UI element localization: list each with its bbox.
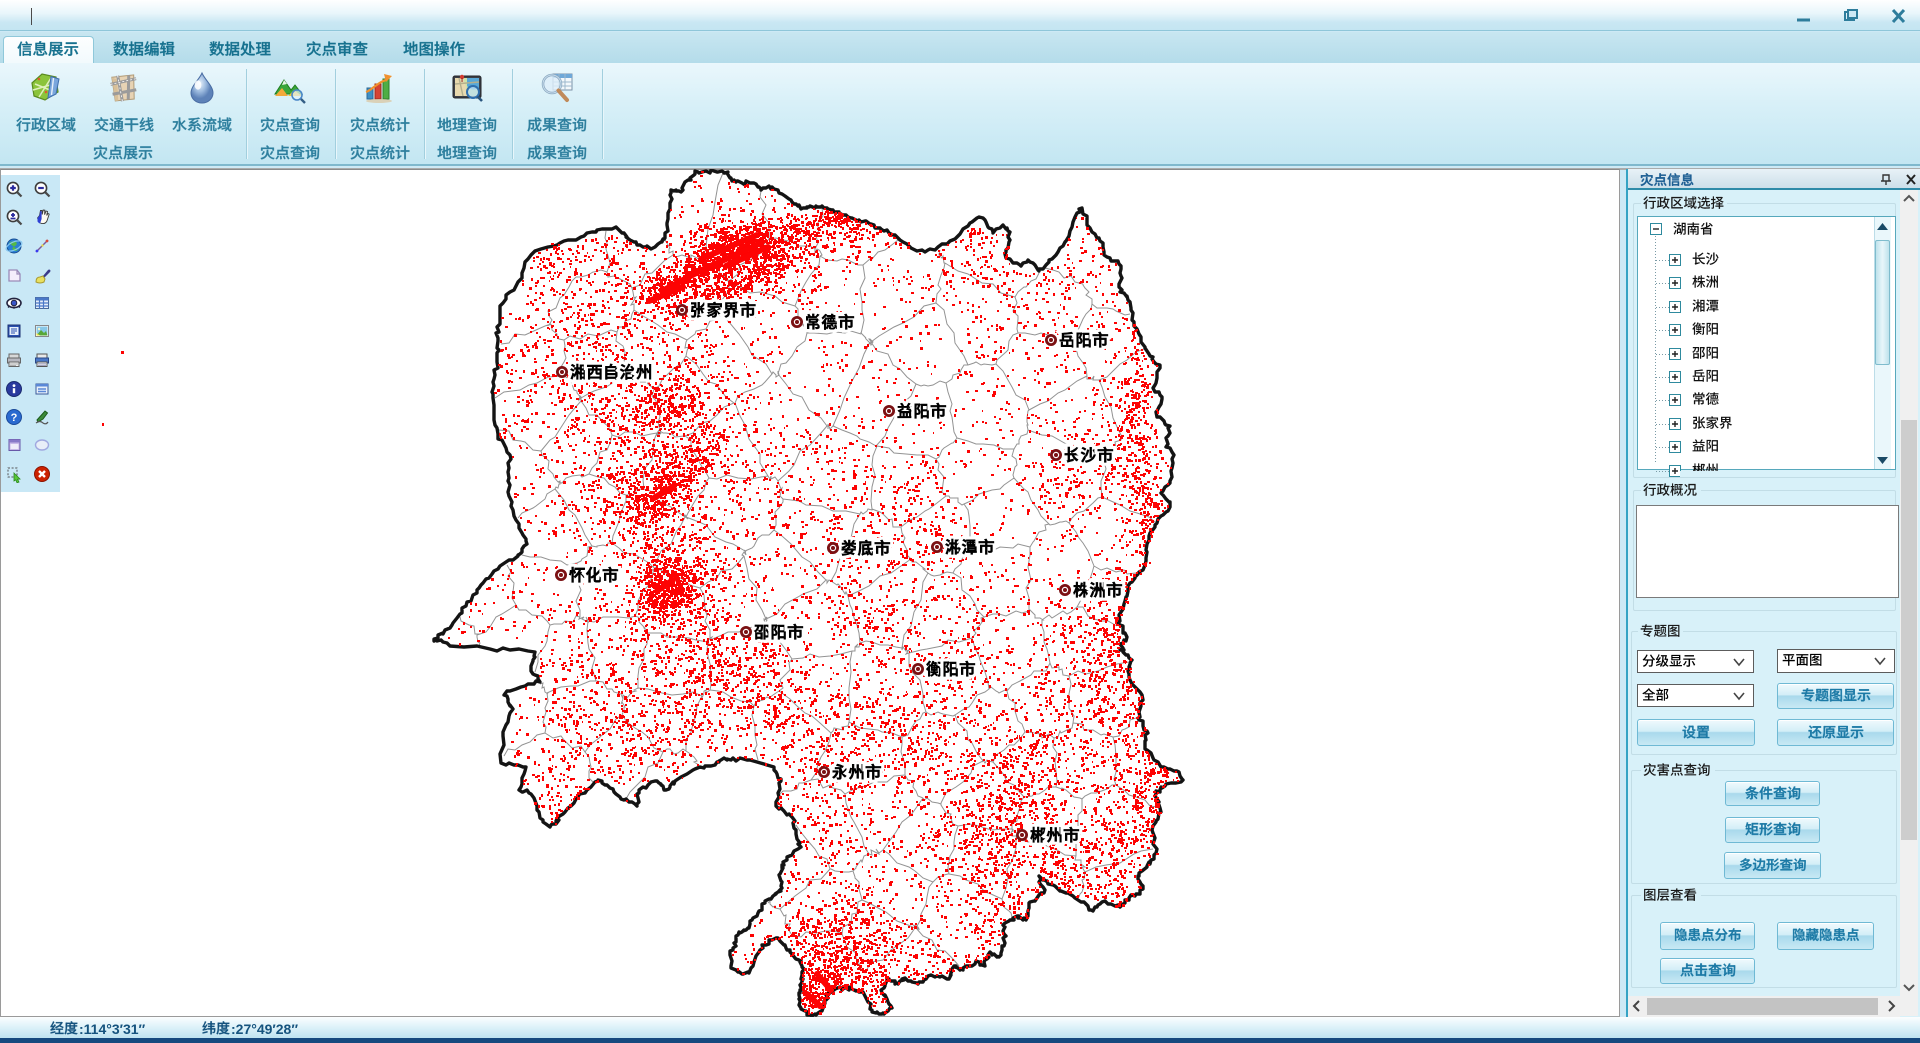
svg-text:?: ? <box>11 412 18 424</box>
